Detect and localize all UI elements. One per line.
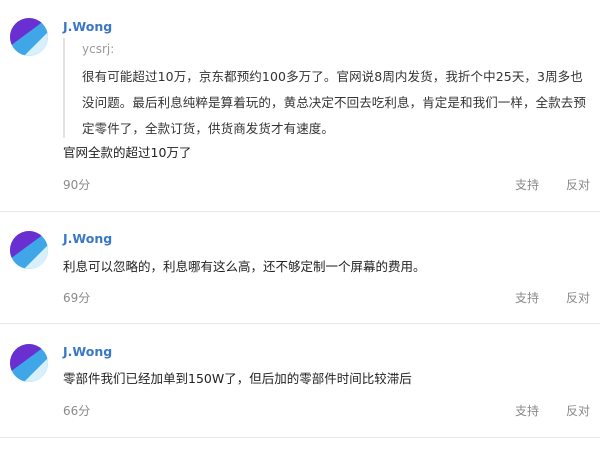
quote-author: ycsrj: xyxy=(82,42,115,56)
oppose-button[interactable]: 反对 xyxy=(566,290,590,306)
support-button[interactable]: 支持 xyxy=(515,290,539,306)
oppose-button[interactable]: 反对 xyxy=(566,177,590,193)
comment-text: 零部件我们已经加单到150W了，但后加的零部件时间比较滞后 xyxy=(63,371,412,386)
avatar-icon xyxy=(10,18,48,56)
avatar[interactable] xyxy=(10,231,48,269)
comment-text: 官网全款的超过10万了 xyxy=(63,145,192,160)
avatar[interactable] xyxy=(10,344,48,382)
comment-score: 90分 xyxy=(63,178,91,192)
avatar-icon xyxy=(10,231,48,269)
avatar-icon xyxy=(10,344,48,382)
comment-text: 利息可以忽略的，利息哪有这么高，还不够定制一个屏幕的费用。 xyxy=(63,259,426,274)
username[interactable]: J.Wong xyxy=(63,344,112,360)
oppose-button[interactable]: 反对 xyxy=(566,403,590,419)
username[interactable]: J.Wong xyxy=(63,231,112,247)
comment-item: J.Wong ycsrj: 很有可能超过10万，京东都预约100多万了。官网说8… xyxy=(0,0,600,212)
quoted-comment: ycsrj: 很有可能超过10万，京东都预约100多万了。官网说8周内发货，我折… xyxy=(63,38,595,138)
avatar[interactable] xyxy=(10,18,48,56)
username[interactable]: J.Wong xyxy=(63,19,112,35)
support-button[interactable]: 支持 xyxy=(515,177,539,193)
comment-item: J.Wong 零部件我们已经加单到150W了，但后加的零部件时间比较滞后 66分… xyxy=(0,324,600,438)
comment-score: 66分 xyxy=(63,404,91,418)
support-button[interactable]: 支持 xyxy=(515,403,539,419)
comment-item: J.Wong 利息可以忽略的，利息哪有这么高，还不够定制一个屏幕的费用。 69分… xyxy=(0,211,600,324)
quote-text: 很有可能超过10万，京东都预约100多万了。官网说8周内发货，我折个中25天，3… xyxy=(82,69,587,136)
comment-score: 69分 xyxy=(63,291,91,305)
